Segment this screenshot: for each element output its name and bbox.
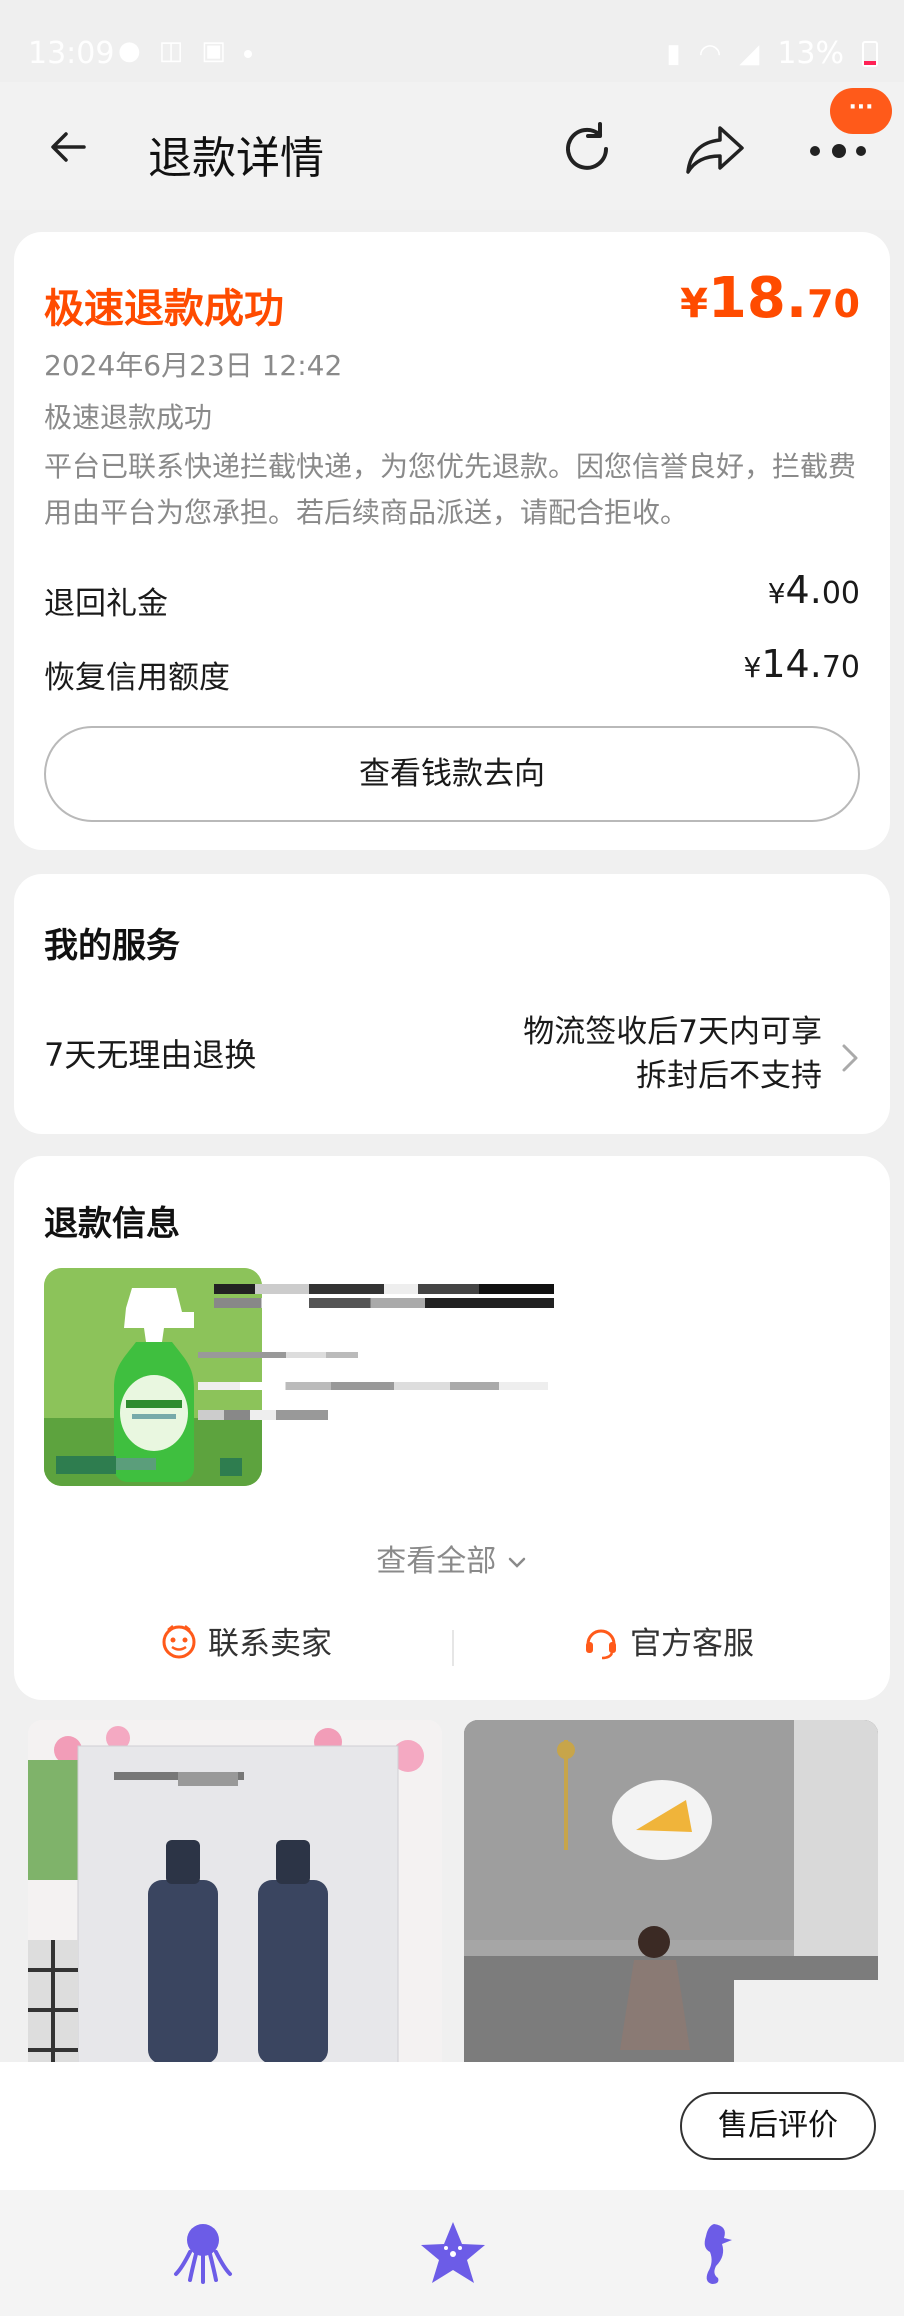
service-desc-line1: 物流签收后7天内可享 xyxy=(523,1014,822,1050)
octopus-icon[interactable] xyxy=(168,2218,238,2288)
more-dot-icon xyxy=(810,146,820,156)
view-money-flow-button[interactable]: 查看钱款去向 xyxy=(44,726,860,822)
refund-info-card: 退款信息 查看全部 联系卖家 官方客服 xyxy=(14,1156,890,1700)
divider xyxy=(452,1630,454,1666)
feed-item-dress[interactable] xyxy=(464,1720,878,2064)
refund-info-title: 退款信息 xyxy=(44,1204,180,1244)
currency-symbol: ¥ xyxy=(743,651,762,684)
credit-limit-label: 恢复信用额度 xyxy=(44,660,230,696)
share-icon[interactable] xyxy=(682,118,748,180)
contact-seller-button[interactable]: 联系卖家 xyxy=(160,1618,332,1663)
service-name: 7天无理由退换 xyxy=(44,1036,257,1074)
chevron-right-icon[interactable] xyxy=(836,1038,864,1078)
chevron-down-icon xyxy=(508,1557,526,1568)
more-dot-icon xyxy=(832,144,846,158)
gift-money-label: 退回礼金 xyxy=(44,586,168,622)
bottom-nav xyxy=(0,2190,904,2316)
action-bar: 售后评价 xyxy=(0,2062,904,2190)
feed-item-serum[interactable] xyxy=(28,1720,442,2064)
refund-status-text: 极速退款成功 xyxy=(44,401,213,434)
more-dot-icon xyxy=(856,146,866,156)
status-bar: 13:09 ● ◫ ▣ ▮ ◠ ◢ 13% xyxy=(0,0,904,82)
service-description[interactable]: 物流签收后7天内可享 拆封后不支持 xyxy=(523,1010,822,1098)
credit-limit-value: ¥14.70 xyxy=(744,642,860,686)
battery-icon xyxy=(862,40,878,67)
view-all-label: 查看全部 xyxy=(376,1544,497,1579)
headset-icon xyxy=(586,1629,616,1659)
redacted-product-name xyxy=(214,1284,554,1294)
refund-amount: ¥18.70 xyxy=(680,266,860,331)
status-icons-left: ● ◫ ▣ xyxy=(118,36,252,66)
message-badge[interactable]: ··· xyxy=(830,88,892,134)
battery-level: 13% xyxy=(777,36,844,71)
nav-bar: 退款详情 ··· xyxy=(0,82,904,210)
seahorse-icon[interactable] xyxy=(676,2218,746,2288)
amount-integer: 14. xyxy=(761,642,822,686)
chat-icon: ● xyxy=(118,36,141,66)
contact-row: 联系卖家 官方客服 xyxy=(14,1618,890,1678)
status-icons-right: ▮ ◠ ◢ 13% xyxy=(666,36,878,71)
redacted-product-name xyxy=(214,1298,554,1308)
signal-icon: ◢ xyxy=(739,38,760,69)
notification-icon: ◫ xyxy=(158,36,184,66)
view-all-button[interactable]: 查看全部 xyxy=(14,1536,890,1580)
service-section-title: 我的服务 xyxy=(44,926,180,966)
redacted-spec xyxy=(198,1352,358,1358)
amount-integer: 4. xyxy=(785,568,822,612)
sim-icon: ▮ xyxy=(666,38,681,69)
service-desc-line2: 拆封后不支持 xyxy=(636,1058,822,1094)
starfish-icon[interactable] xyxy=(418,2218,488,2288)
gift-money-value: ¥4.00 xyxy=(768,568,860,612)
refund-status-card: 极速退款成功 ¥18.70 2024年6月23日 12:42 极速退款成功 平台… xyxy=(14,232,890,850)
seller-chat-icon xyxy=(162,1624,196,1658)
amount-decimal: 70 xyxy=(807,282,860,326)
after-sale-review-button[interactable]: 售后评价 xyxy=(680,2092,876,2160)
wifi-icon: ◠ xyxy=(698,38,722,69)
amount-decimal: 00 xyxy=(821,576,860,611)
amount-decimal: 70 xyxy=(821,650,860,685)
refund-description: 平台已联系快递拦截快递，为您优先退款。因您信誉良好，拦截费用由平台为您承担。若后… xyxy=(44,450,857,529)
contact-seller-label: 联系卖家 xyxy=(208,1626,332,1662)
my-service-card: 我的服务 7天无理由退换 物流签收后7天内可享 拆封后不支持 xyxy=(14,874,890,1134)
customer-service-button[interactable]: 官方客服 xyxy=(582,1618,754,1663)
refund-date: 2024年6月23日 12:42 xyxy=(44,349,343,382)
status-time: 13:09 xyxy=(28,36,115,71)
amount-integer: 18. xyxy=(707,266,808,331)
currency-symbol: ¥ xyxy=(767,577,786,610)
refresh-icon[interactable] xyxy=(556,118,618,180)
product-image xyxy=(28,1720,442,2064)
back-arrow-icon[interactable] xyxy=(44,122,94,172)
redacted-price xyxy=(198,1410,328,1420)
redacted-spec xyxy=(198,1382,548,1390)
customer-service-label: 官方客服 xyxy=(630,1626,754,1662)
currency-symbol: ¥ xyxy=(680,281,708,327)
product-image xyxy=(464,1720,878,2064)
page-title: 退款详情 xyxy=(148,133,324,184)
gallery-icon: ▣ xyxy=(201,36,226,66)
dot-icon xyxy=(243,50,252,58)
refund-title: 极速退款成功 xyxy=(44,286,284,332)
